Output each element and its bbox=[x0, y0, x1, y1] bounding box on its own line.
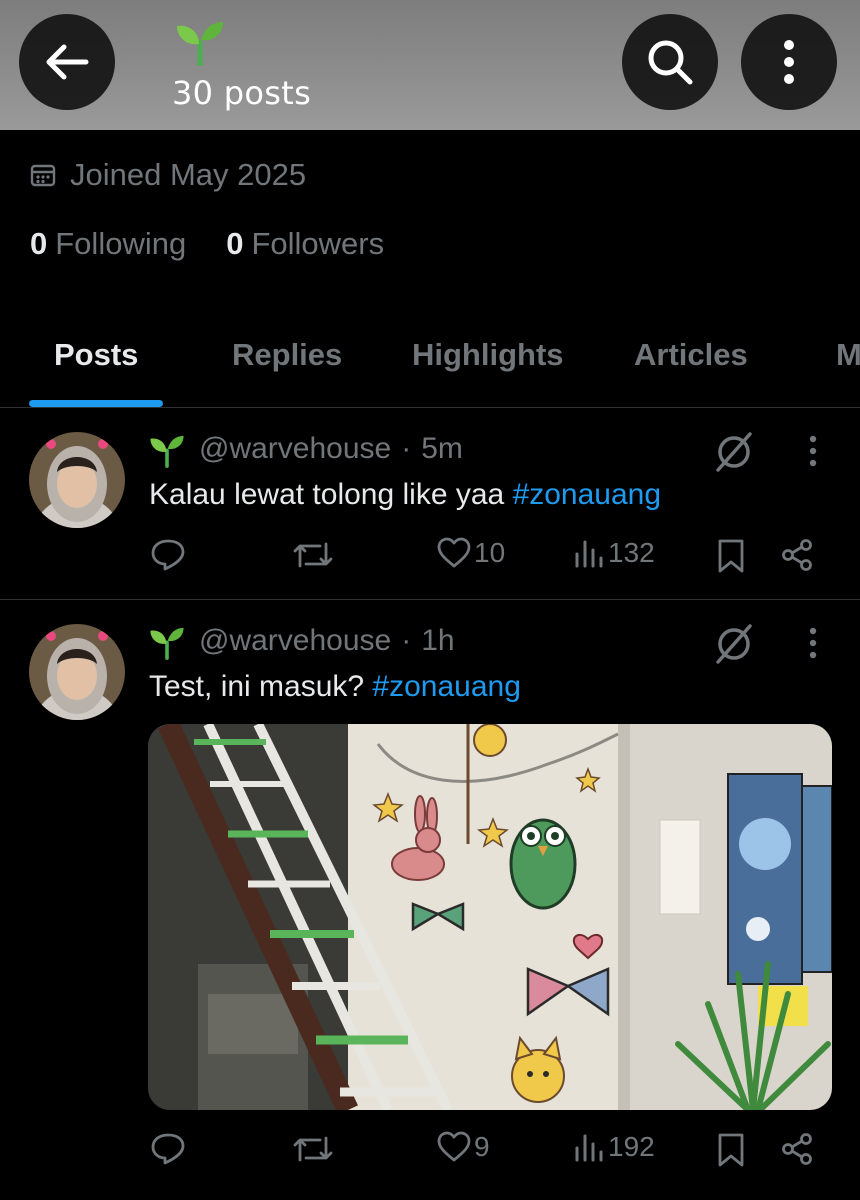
like-button[interactable]: 9 bbox=[436, 1130, 490, 1164]
views-icon bbox=[575, 540, 603, 568]
share-icon bbox=[782, 539, 812, 571]
profile-tabs: Posts Replies Highlights Articles M bbox=[0, 320, 860, 408]
joined-date: Joined May 2025 bbox=[30, 157, 306, 193]
bookmark-icon bbox=[718, 1133, 744, 1167]
post-text: Test, ini masuk? #zonauang bbox=[149, 670, 521, 704]
followers-link[interactable]: 0 Followers bbox=[226, 226, 384, 262]
staircase-mural-photo bbox=[148, 724, 832, 1110]
tab-replies[interactable]: Replies bbox=[232, 337, 342, 373]
share-icon bbox=[782, 1133, 812, 1165]
post-time[interactable]: 5m bbox=[421, 432, 463, 466]
post-handle[interactable]: @warvehouse bbox=[199, 432, 391, 466]
followers-count: 0 bbox=[226, 226, 244, 261]
repost-button[interactable] bbox=[292, 1132, 334, 1166]
follow-stats: 0 Following 0 Followers bbox=[30, 226, 384, 262]
hashtag-link[interactable]: #zonauang bbox=[372, 670, 520, 703]
following-link[interactable]: 0 Following bbox=[30, 226, 186, 262]
like-button[interactable]: 10 bbox=[436, 536, 505, 570]
tab-media[interactable]: M bbox=[836, 337, 860, 373]
like-count: 9 bbox=[474, 1131, 490, 1162]
post-more-icon[interactable] bbox=[800, 435, 826, 469]
views-button[interactable]: 132 bbox=[574, 536, 655, 570]
seedling-icon bbox=[150, 435, 184, 468]
post-media-image[interactable] bbox=[148, 724, 832, 1110]
more-vertical-icon bbox=[784, 40, 794, 84]
bookmark-button[interactable] bbox=[716, 538, 746, 574]
view-count: 132 bbox=[608, 537, 655, 568]
post-actions: 9 192 bbox=[0, 1128, 860, 1178]
followers-label: Followers bbox=[251, 226, 385, 261]
post-meta: @warvehouse · 1h bbox=[199, 624, 455, 658]
reply-button[interactable] bbox=[150, 1132, 186, 1166]
search-icon bbox=[648, 40, 693, 85]
post-actions: 10 132 bbox=[0, 534, 860, 584]
more-options-button[interactable] bbox=[741, 14, 837, 110]
following-count: 0 bbox=[30, 226, 48, 261]
post-time[interactable]: 1h bbox=[421, 624, 454, 658]
active-tab-indicator bbox=[29, 400, 163, 407]
like-count: 10 bbox=[474, 537, 506, 568]
post-item[interactable]: @warvehouse · 1h Test, ini masuk? #zonau… bbox=[0, 602, 860, 1200]
following-label: Following bbox=[55, 226, 187, 261]
post-meta: @warvehouse · 5m bbox=[199, 432, 463, 466]
post-more-icon[interactable] bbox=[800, 627, 826, 661]
reply-button[interactable] bbox=[150, 538, 186, 572]
tab-posts[interactable]: Posts bbox=[54, 337, 138, 373]
views-button[interactable]: 192 bbox=[574, 1130, 655, 1164]
hashtag-link[interactable]: #zonauang bbox=[513, 478, 661, 511]
post-text: Kalau lewat tolong like yaa #zonauang bbox=[149, 478, 661, 512]
post-body: Test, ini masuk? bbox=[149, 670, 373, 703]
post-body: Kalau lewat tolong like yaa bbox=[149, 478, 513, 511]
post-item[interactable]: @warvehouse · 5m Kalau lewat tolong like… bbox=[0, 410, 860, 600]
views-icon bbox=[575, 1134, 603, 1162]
avatar[interactable] bbox=[29, 624, 125, 720]
back-button[interactable] bbox=[19, 14, 115, 110]
seedling-icon bbox=[150, 627, 184, 660]
meta-separator: · bbox=[401, 432, 412, 465]
tab-articles[interactable]: Articles bbox=[634, 337, 748, 373]
bookmark-icon bbox=[718, 539, 744, 573]
heart-icon bbox=[437, 1131, 471, 1162]
meta-separator: · bbox=[401, 624, 412, 657]
repost-button[interactable] bbox=[292, 538, 334, 572]
post-count: 30 posts bbox=[172, 74, 312, 112]
bookmark-button[interactable] bbox=[716, 1132, 746, 1168]
profile-header-bar: 30 posts bbox=[0, 0, 860, 130]
repost-icon bbox=[293, 1136, 333, 1162]
reply-icon bbox=[151, 539, 185, 571]
grok-icon[interactable] bbox=[712, 430, 756, 474]
joined-text: Joined May 2025 bbox=[70, 157, 307, 192]
post-handle[interactable]: @warvehouse bbox=[199, 624, 391, 658]
calendar-icon bbox=[30, 164, 56, 187]
avatar[interactable] bbox=[29, 432, 125, 528]
tab-highlights[interactable]: Highlights bbox=[412, 337, 564, 373]
grok-icon[interactable] bbox=[712, 622, 756, 666]
avatar-image bbox=[29, 432, 125, 528]
heart-icon bbox=[437, 537, 471, 568]
repost-icon bbox=[293, 542, 333, 568]
arrow-left-icon bbox=[46, 44, 89, 80]
avatar-image bbox=[29, 624, 125, 720]
reply-icon bbox=[151, 1133, 185, 1165]
share-button[interactable] bbox=[780, 1132, 814, 1166]
seedling-icon bbox=[177, 22, 223, 66]
view-count: 192 bbox=[608, 1131, 655, 1162]
search-button[interactable] bbox=[622, 14, 718, 110]
share-button[interactable] bbox=[780, 538, 814, 572]
